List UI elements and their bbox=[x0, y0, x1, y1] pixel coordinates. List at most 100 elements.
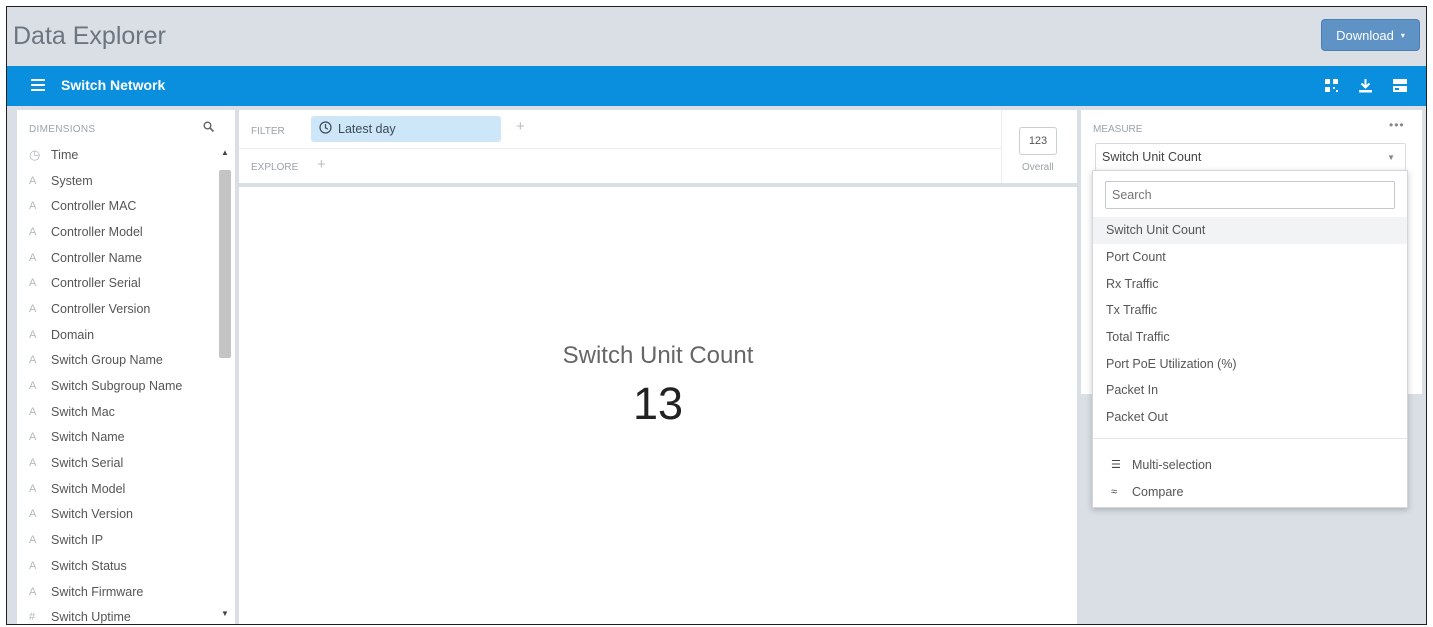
measure-option[interactable]: Switch Unit Count bbox=[1093, 217, 1407, 244]
dimension-item[interactable]: # Switch Uptime bbox=[29, 604, 215, 625]
string-icon: A bbox=[29, 457, 37, 470]
filter-explore-bar: FILTER Latest day + EXPLORE + 123 Overal… bbox=[239, 110, 1077, 183]
action-label: Multi-selection bbox=[1132, 457, 1212, 472]
compare-icon: ≈ bbox=[1111, 485, 1118, 498]
dimension-label: Switch Version bbox=[51, 507, 133, 522]
number-icon: # bbox=[29, 611, 36, 624]
download-button[interactable]: Download ▾ bbox=[1321, 19, 1420, 51]
dimension-label: Switch Model bbox=[51, 481, 126, 496]
string-icon: A bbox=[29, 225, 37, 238]
dimensions-panel: DIMENSIONS ◷ Time A System A Controller MAC A C… bbox=[17, 110, 235, 625]
measure-option[interactable]: Packet Out bbox=[1093, 404, 1407, 431]
dimension-item[interactable]: A Switch IP bbox=[29, 527, 215, 553]
scroll-up-icon[interactable]: ▲ bbox=[220, 148, 230, 157]
string-icon: A bbox=[29, 251, 37, 264]
divider bbox=[1093, 438, 1407, 439]
dimension-item[interactable]: A Switch Subgroup Name bbox=[29, 373, 215, 399]
dimension-label: Domain bbox=[51, 327, 95, 342]
dimension-item[interactable]: A Controller Version bbox=[29, 296, 215, 322]
dimension-label: Controller MAC bbox=[51, 199, 137, 214]
measure-option[interactable]: Port PoE Utilization (%) bbox=[1093, 350, 1407, 377]
measure-label: MEASURE bbox=[1093, 124, 1143, 135]
dimensions-header: DIMENSIONS bbox=[29, 124, 96, 135]
dimension-label: Switch IP bbox=[51, 533, 104, 548]
dimension-label: Controller Serial bbox=[51, 276, 141, 291]
dimension-label: Switch Mac bbox=[51, 404, 115, 419]
pin-icon[interactable] bbox=[1323, 77, 1340, 94]
dimension-item[interactable]: A Controller Model bbox=[29, 219, 215, 245]
list-icon: ☰ bbox=[1111, 459, 1121, 471]
overall-toggle[interactable]: 123 bbox=[1019, 127, 1057, 155]
dimension-item[interactable]: A Switch Firmware bbox=[29, 579, 215, 605]
add-filter-button[interactable]: + bbox=[516, 118, 525, 135]
compare-button[interactable]: ≈ Compare bbox=[1093, 478, 1407, 505]
scroll-down-icon[interactable]: ▼ bbox=[220, 609, 230, 618]
app-title: Data Explorer bbox=[13, 22, 166, 50]
measure-option[interactable]: Tx Traffic bbox=[1093, 297, 1407, 324]
string-icon: A bbox=[29, 174, 37, 187]
dimension-item[interactable]: A Switch Mac bbox=[29, 399, 215, 425]
menu-icon[interactable] bbox=[31, 79, 45, 91]
dimension-item[interactable]: A Domain bbox=[29, 322, 215, 348]
dimension-item[interactable]: A Switch Name bbox=[29, 425, 215, 451]
overall-label: Overall bbox=[1022, 162, 1054, 173]
string-icon: A bbox=[29, 380, 37, 393]
measure-option[interactable]: Rx Traffic bbox=[1093, 270, 1407, 297]
filter-pill-latest-day[interactable]: Latest day bbox=[311, 116, 501, 142]
toolbar-actions bbox=[1323, 77, 1408, 94]
dimension-label: System bbox=[51, 173, 93, 188]
measure-option[interactable]: Port Count bbox=[1093, 244, 1407, 271]
chevron-down-icon: ▾ bbox=[1400, 30, 1405, 40]
string-icon: A bbox=[29, 200, 37, 213]
measure-option[interactable]: Packet In bbox=[1093, 377, 1407, 404]
toolbar: Switch Network bbox=[7, 66, 1426, 106]
explore-label: EXPLORE bbox=[251, 162, 299, 173]
dimension-label: Switch Uptime bbox=[51, 610, 131, 625]
add-explore-button[interactable]: + bbox=[317, 156, 326, 173]
measure-dropdown: Switch Unit CountPort CountRx TrafficTx … bbox=[1092, 170, 1408, 508]
string-icon: A bbox=[29, 302, 37, 315]
dimensions-list: ◷ Time A System A Controller MAC A Controller M… bbox=[29, 142, 215, 625]
dimension-item[interactable]: A Switch Model bbox=[29, 476, 215, 502]
dimension-label: Controller Model bbox=[51, 224, 143, 239]
dimension-item[interactable]: A Controller Serial bbox=[29, 270, 215, 296]
measure-option[interactable]: Total Traffic bbox=[1093, 324, 1407, 351]
divider bbox=[239, 148, 1001, 149]
multi-selection-button[interactable]: ☰ Multi-selection bbox=[1093, 451, 1407, 478]
string-icon: A bbox=[29, 328, 37, 341]
dimension-label: Switch Firmware bbox=[51, 584, 144, 599]
dimension-item[interactable]: A Switch Version bbox=[29, 502, 215, 528]
string-icon: A bbox=[29, 534, 37, 547]
dimension-item[interactable]: A Controller MAC bbox=[29, 193, 215, 219]
measure-selected: Switch Unit Count bbox=[1102, 150, 1202, 164]
scrollbar[interactable]: ▲ ▼ bbox=[219, 146, 231, 624]
chevron-down-icon: ▼ bbox=[1387, 153, 1395, 162]
dimension-item[interactable]: A Switch Status bbox=[29, 553, 215, 579]
download-icon[interactable] bbox=[1357, 77, 1374, 94]
toggle-icon[interactable] bbox=[1391, 77, 1408, 94]
string-icon: A bbox=[29, 585, 37, 598]
dimension-label: Switch Serial bbox=[51, 456, 124, 471]
dimension-label: Time bbox=[51, 147, 79, 162]
filter-pill-label: Latest day bbox=[338, 122, 396, 136]
dimension-label: Controller Version bbox=[51, 301, 151, 316]
search-icon[interactable] bbox=[203, 120, 217, 134]
divider bbox=[1001, 110, 1002, 183]
dimension-label: Switch Name bbox=[51, 430, 125, 445]
string-icon: A bbox=[29, 482, 37, 495]
string-icon: A bbox=[29, 277, 37, 290]
more-options-icon[interactable]: ••• bbox=[1389, 118, 1405, 132]
search-input[interactable] bbox=[1105, 181, 1395, 209]
string-icon: A bbox=[29, 508, 37, 521]
dimension-item[interactable]: ◷ Time bbox=[29, 142, 215, 168]
dimension-item[interactable]: A System bbox=[29, 168, 215, 194]
string-icon: A bbox=[29, 405, 37, 418]
dimension-item[interactable]: A Controller Name bbox=[29, 245, 215, 271]
measure-options: Switch Unit Count Port Count Rx Traffic Tx … bbox=[1093, 217, 1407, 431]
measure-select[interactable]: Switch Unit Count ▼ bbox=[1095, 143, 1406, 171]
dimension-item[interactable]: A Switch Serial bbox=[29, 450, 215, 476]
dimension-item[interactable]: A Switch Group Name bbox=[29, 348, 215, 374]
scrollbar-thumb[interactable] bbox=[219, 170, 231, 358]
string-icon: A bbox=[29, 559, 37, 572]
clock-icon bbox=[319, 121, 332, 137]
